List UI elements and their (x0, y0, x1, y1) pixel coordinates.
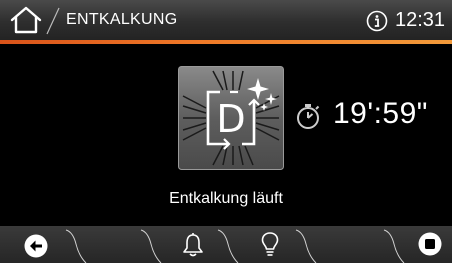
remaining-time: 19':59" (333, 97, 428, 130)
alarm-button[interactable] (161, 226, 225, 263)
home-icon (10, 6, 42, 34)
back-button[interactable] (0, 226, 76, 263)
header-divider (46, 7, 60, 35)
back-arrow-icon (24, 234, 48, 258)
status-message: Entkalkung läuft (169, 190, 283, 207)
bell-icon (183, 233, 203, 257)
footer-bar (0, 226, 452, 263)
light-button[interactable] (238, 226, 302, 263)
header-bar: ENTKALKUNG 12:31 (0, 0, 452, 40)
home-button[interactable] (8, 5, 44, 35)
stop-icon (418, 232, 442, 256)
page-title: ENTKALKUNG (66, 11, 178, 28)
info-icon (366, 10, 388, 32)
stop-button[interactable] (404, 226, 452, 263)
descaling-program-icon: D (178, 66, 284, 170)
lightbulb-icon (261, 232, 279, 256)
info-button[interactable] (366, 10, 388, 32)
program-letter: D (216, 97, 245, 141)
clock: 12:31 (395, 9, 446, 31)
header-accent-line (0, 40, 452, 44)
stopwatch-icon (293, 101, 323, 131)
